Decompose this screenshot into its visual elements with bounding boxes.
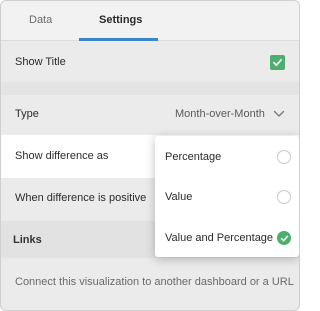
radio-unchecked[interactable] <box>277 190 291 204</box>
difference-dropdown-menu: Percentage Value Value and Percentage <box>155 136 299 257</box>
tab-data[interactable]: Data <box>29 1 52 41</box>
option-value[interactable]: Value <box>155 177 299 217</box>
type-select-value[interactable]: Month-over-Month <box>175 108 265 120</box>
option-label: Value and Percentage <box>165 232 274 244</box>
show-title-label: Show Title <box>15 56 66 68</box>
radio-checked[interactable] <box>277 231 291 245</box>
option-percentage[interactable]: Percentage <box>155 137 299 177</box>
active-tab-indicator <box>79 38 158 41</box>
difference-positive-label: When difference is positive <box>15 192 147 204</box>
show-difference-label: Show difference as <box>15 150 109 162</box>
option-value-and-percentage[interactable]: Value and Percentage <box>155 218 299 258</box>
type-label: Type <box>15 108 39 120</box>
show-title-row: Show Title <box>1 42 299 82</box>
show-title-checkbox[interactable] <box>270 55 285 70</box>
settings-panel: Data Settings Show Title Type Month-over… <box>0 0 300 311</box>
chevron-down-icon[interactable] <box>273 109 285 119</box>
checkmark-icon <box>280 235 288 241</box>
tab-settings[interactable]: Settings <box>99 1 142 41</box>
connect-link[interactable]: Connect this visualization to another da… <box>15 276 294 288</box>
option-label: Percentage <box>165 151 222 163</box>
option-label: Value <box>165 191 193 203</box>
connect-row[interactable]: Connect this visualization to another da… <box>1 258 299 304</box>
radio-unchecked[interactable] <box>277 150 291 164</box>
tab-bar: Data Settings <box>1 1 299 41</box>
links-label: Links <box>13 234 42 246</box>
checkmark-icon <box>273 58 282 67</box>
section-divider <box>1 82 299 95</box>
